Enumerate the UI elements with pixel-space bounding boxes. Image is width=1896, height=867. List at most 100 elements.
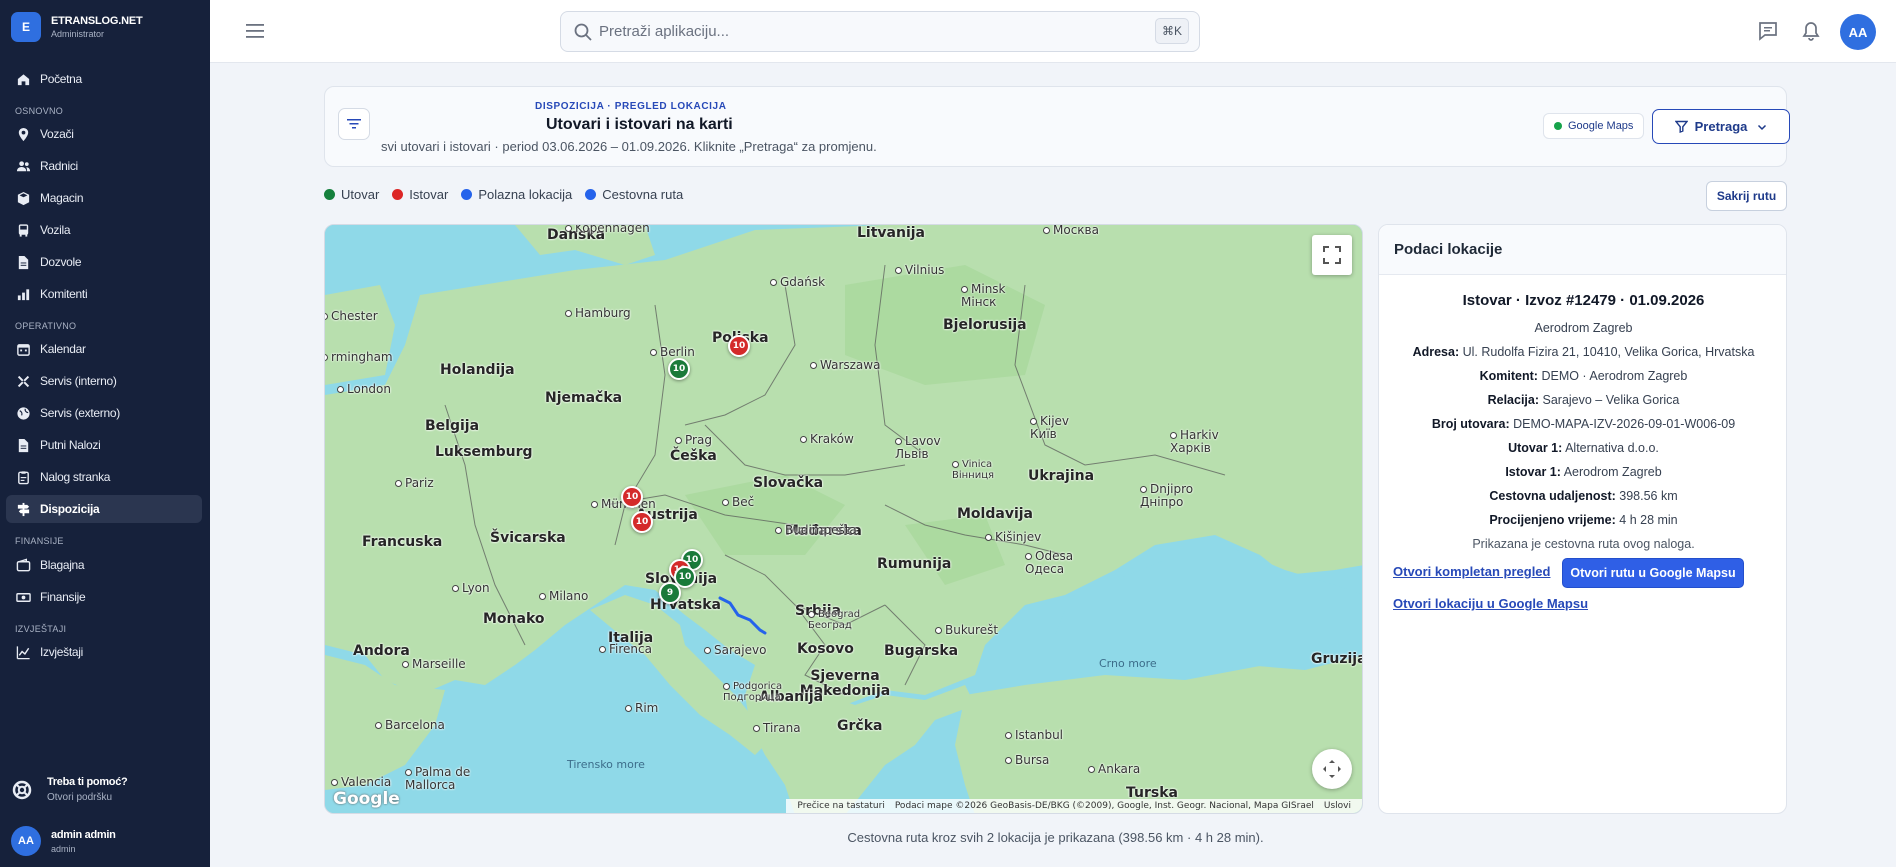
marker-istovar[interactable]: 10 [621,486,643,508]
search-button[interactable]: Pretraga [1652,109,1790,144]
user-profile[interactable]: AA admin admin admin [11,826,116,856]
pan-arrows-icon [1323,760,1341,778]
detail-row: Cestovna udaljenost: 398.56 km [1379,489,1788,503]
nav-item-service-external[interactable]: Servis (externo) [6,399,202,427]
search-box[interactable]: ⌘K [560,11,1200,52]
legend-swatch [585,189,597,200]
map-city-label: Lavov Львів [895,435,950,461]
detail-value: Alternativa d.o.o. [1565,441,1659,455]
detail-row: Procijenjeno vrijeme: 4 h 28 min [1379,513,1788,527]
map-sea-label: Tirensko more [567,758,645,771]
brand-logo: E [11,12,41,42]
map-city-label: Kraków [800,432,854,446]
keyboard-shortcuts-link[interactable]: Prečice na tastaturi [797,801,884,811]
map-city-label: London [337,382,391,396]
map-city-label: Chester [325,309,378,323]
detail-label: Cestovna udaljenost: [1489,489,1616,503]
nav-item-clients[interactable]: Komitenti [6,280,202,308]
nav-item-travel-orders[interactable]: Putni Nalozi [6,431,202,459]
filter-button[interactable] [338,108,370,140]
open-location-google-maps-link[interactable]: Otvori lokaciju u Google Mapsu [1393,596,1588,611]
nav-item-home[interactable]: Početna [6,65,202,93]
user-avatar: AA [11,826,41,856]
marker-istovar[interactable]: 10 [631,511,653,533]
nav-item-reports[interactable]: Izvještaji [6,638,202,666]
map-country-label: Gruzija [1311,651,1363,667]
marker-utovar[interactable]: 9 [659,582,681,604]
detail-value: Sarajevo – Velika Gorica [1542,393,1680,407]
nav-item-vehicles[interactable]: Vozila [6,216,202,244]
marker-istovar[interactable]: 10 [728,335,750,357]
terms-link[interactable]: Uslovi [1324,801,1351,811]
status-dot [1554,122,1562,130]
map-camera-control[interactable] [1312,749,1352,789]
search-shortcut: ⌘K [1154,18,1189,44]
page-title: Utovari i istovari na karti [546,116,733,133]
box-icon [17,191,30,205]
map-country-label: Švicarska [490,530,566,546]
fullscreen-button[interactable] [1312,235,1352,275]
brand[interactable]: E ETRANSLOG.NET Administrator [11,12,143,42]
map-city-label: Gdańsk [770,275,825,289]
open-support-link[interactable]: Otvori podršku [47,792,127,803]
map-city-label: Firenca [599,642,652,656]
search-button-label: Pretraga [1694,119,1748,134]
nav-item-dispatch[interactable]: Dispozicija [6,495,202,523]
map-city-label: Vinica Вінниця [952,459,1017,481]
nav-item-cash[interactable]: Blagajna [6,551,202,579]
map-city-label: Tirana [753,721,801,735]
map-view[interactable]: Danska Litvanija Poljska Bjelorusija Hol… [324,224,1363,814]
open-full-overview-link[interactable]: Otvori kompletan pregled [1393,564,1550,579]
nav-item-label: Početna [40,72,82,86]
map-city-label: Milano [539,589,588,603]
chevron-down-icon [1758,124,1767,130]
nav-section-basic: OSNOVNO [15,106,64,116]
bell-icon[interactable] [1800,20,1822,42]
map-city-label: Beograd Београд [808,609,868,631]
user-name: admin admin [51,828,116,841]
map-pin-icon [18,127,29,141]
route-note: Prikazana je cestovna ruta ovog naloga. [1472,537,1695,551]
globe-icon [17,406,30,420]
map-country-label: Njemačka [545,390,623,406]
calendar-icon [17,343,30,356]
google-maps-label: Google Maps [1568,120,1634,132]
map-city-label: Dnjipro Дніпро [1140,483,1210,509]
nav-item-warehouse[interactable]: Magacin [6,184,202,212]
detail-label: Procijenjeno vrijeme: [1489,513,1616,527]
map-country-label: Rumunija [877,556,952,572]
nav-item-workers[interactable]: Radnici [6,152,202,180]
open-route-google-maps-button[interactable]: Otvori rutu u Google Mapsu [1562,558,1744,588]
google-maps-badge: Google Maps [1543,113,1645,139]
nav-section-finance: FINANSIJE [15,536,64,546]
map-legend: Utovar Istovar Polazna lokacija Cestovna… [324,187,696,202]
nav-item-calendar[interactable]: Kalendar [6,335,202,363]
hamburger-menu-icon[interactable] [246,23,264,39]
search-input[interactable] [599,23,1139,40]
map-city-label: Barcelona [375,718,445,732]
top-user-avatar[interactable]: AA [1840,14,1876,50]
help-title: Treba ti pomoć? [47,776,128,788]
nav-item-drivers[interactable]: Vozači [6,120,202,148]
detail-label: Utovar 1: [1508,441,1563,455]
nav-item-finance[interactable]: Finansije [6,583,202,611]
location-details-panel: Podaci lokacije Istovar · Izvoz #12479 ·… [1378,224,1787,814]
detail-value: 4 h 28 min [1619,513,1678,527]
map-city-label: Ankara [1088,762,1140,776]
help-box[interactable]: Treba ti pomoć? Otvori podršku [12,776,128,803]
nav-item-service-internal[interactable]: Servis (interno) [6,367,202,395]
map-sea-label: Crno more [1099,657,1157,670]
chat-icon[interactable] [1757,20,1779,42]
map-city-label: Budimpešta [775,523,857,537]
banknote-icon [16,592,31,602]
google-logo: Google [333,789,400,809]
lifebuoy-icon [12,780,32,799]
nav-item-label: Vozila [40,223,71,237]
map-city-label: Berlin [650,345,695,359]
hide-route-button[interactable]: Sakrij rutu [1706,181,1787,211]
nav-item-order-party[interactable]: Nalog stranka [6,463,202,491]
detail-label: Relacija: [1487,393,1540,407]
map-city-label: Bursa [1005,753,1049,767]
nav-item-permits[interactable]: Dozvole [6,248,202,276]
marker-utovar[interactable]: 10 [668,358,690,380]
